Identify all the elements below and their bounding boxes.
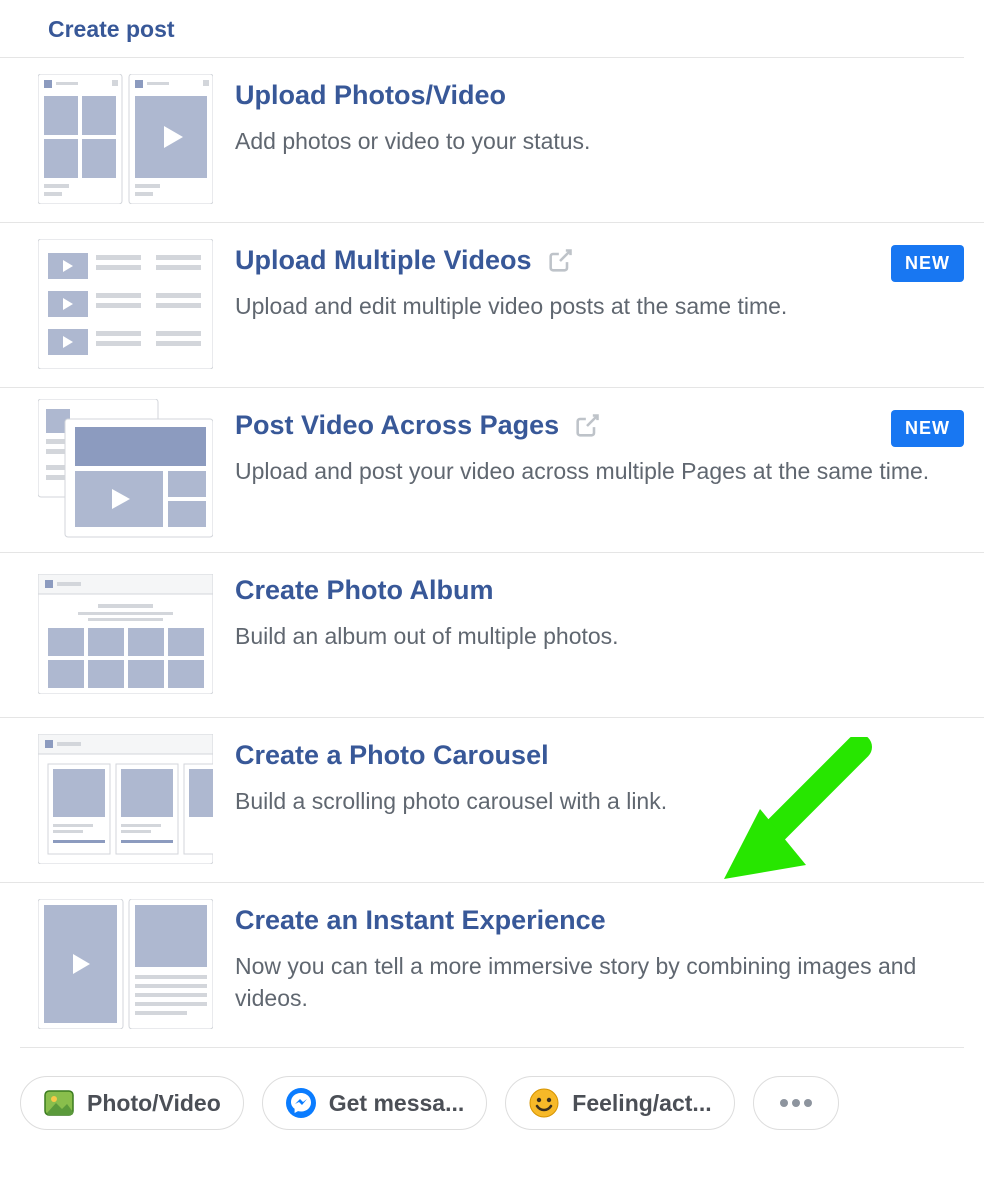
- option-title: Post Video Across Pages: [235, 410, 559, 441]
- option-desc: Build an album out of multiple photos.: [235, 620, 964, 652]
- option-create-photo-carousel[interactable]: Create a Photo Carousel Build a scrollin…: [0, 718, 984, 883]
- external-link-icon: [573, 412, 601, 440]
- pill-photo-video[interactable]: Photo/Video: [20, 1076, 244, 1130]
- option-desc: Upload and post your video across multip…: [235, 455, 964, 487]
- thumb-crosspost: [38, 404, 213, 534]
- option-title: Create an Instant Experience: [235, 905, 606, 936]
- thumb-carousel: [38, 734, 213, 864]
- option-upload-multiple-videos[interactable]: Upload Multiple Videos Upload and edit m…: [0, 223, 984, 388]
- photo-icon: [43, 1087, 75, 1119]
- new-badge: NEW: [891, 410, 964, 447]
- pill-get-messages[interactable]: Get messa...: [262, 1076, 488, 1130]
- create-post-header[interactable]: Create post: [0, 0, 964, 58]
- thumb-album: [38, 569, 213, 699]
- option-title: Create a Photo Carousel: [235, 740, 549, 771]
- ellipsis-icon: [780, 1099, 812, 1107]
- pill-feeling-activity[interactable]: Feeling/act...: [505, 1076, 734, 1130]
- external-link-icon: [546, 247, 574, 275]
- thumb-instant-experience: [38, 899, 213, 1029]
- thumb-photos-video: [38, 74, 213, 204]
- option-desc: Upload and edit multiple video posts at …: [235, 290, 964, 322]
- option-upload-photos-video[interactable]: Upload Photos/Video Add photos or video …: [0, 58, 984, 223]
- option-title: Create Photo Album: [235, 575, 494, 606]
- option-title: Upload Photos/Video: [235, 80, 506, 111]
- option-desc: Add photos or video to your status.: [235, 125, 964, 157]
- new-badge: NEW: [891, 245, 964, 282]
- option-desc: Now you can tell a more immersive story …: [235, 950, 964, 1014]
- pill-label: Photo/Video: [87, 1090, 221, 1117]
- pill-more[interactable]: [753, 1076, 839, 1130]
- header-title: Create post: [48, 16, 175, 42]
- pill-label: Get messa...: [329, 1090, 465, 1117]
- thumb-multiple-videos: [38, 239, 213, 369]
- messenger-icon: [285, 1087, 317, 1119]
- option-title: Upload Multiple Videos: [235, 245, 532, 276]
- smiley-icon: [528, 1087, 560, 1119]
- option-create-instant-experience[interactable]: Create an Instant Experience Now you can…: [0, 883, 984, 1047]
- option-create-photo-album[interactable]: Create Photo Album Build an album out of…: [0, 553, 984, 718]
- option-post-video-across-pages[interactable]: Post Video Across Pages Upload and post …: [0, 388, 984, 553]
- option-desc: Build a scrolling photo carousel with a …: [235, 785, 964, 817]
- post-options-list: Upload Photos/Video Add photos or video …: [0, 58, 984, 1047]
- footer-pills: Photo/Video Get messa... Fe: [0, 1056, 984, 1130]
- pill-label: Feeling/act...: [572, 1090, 711, 1117]
